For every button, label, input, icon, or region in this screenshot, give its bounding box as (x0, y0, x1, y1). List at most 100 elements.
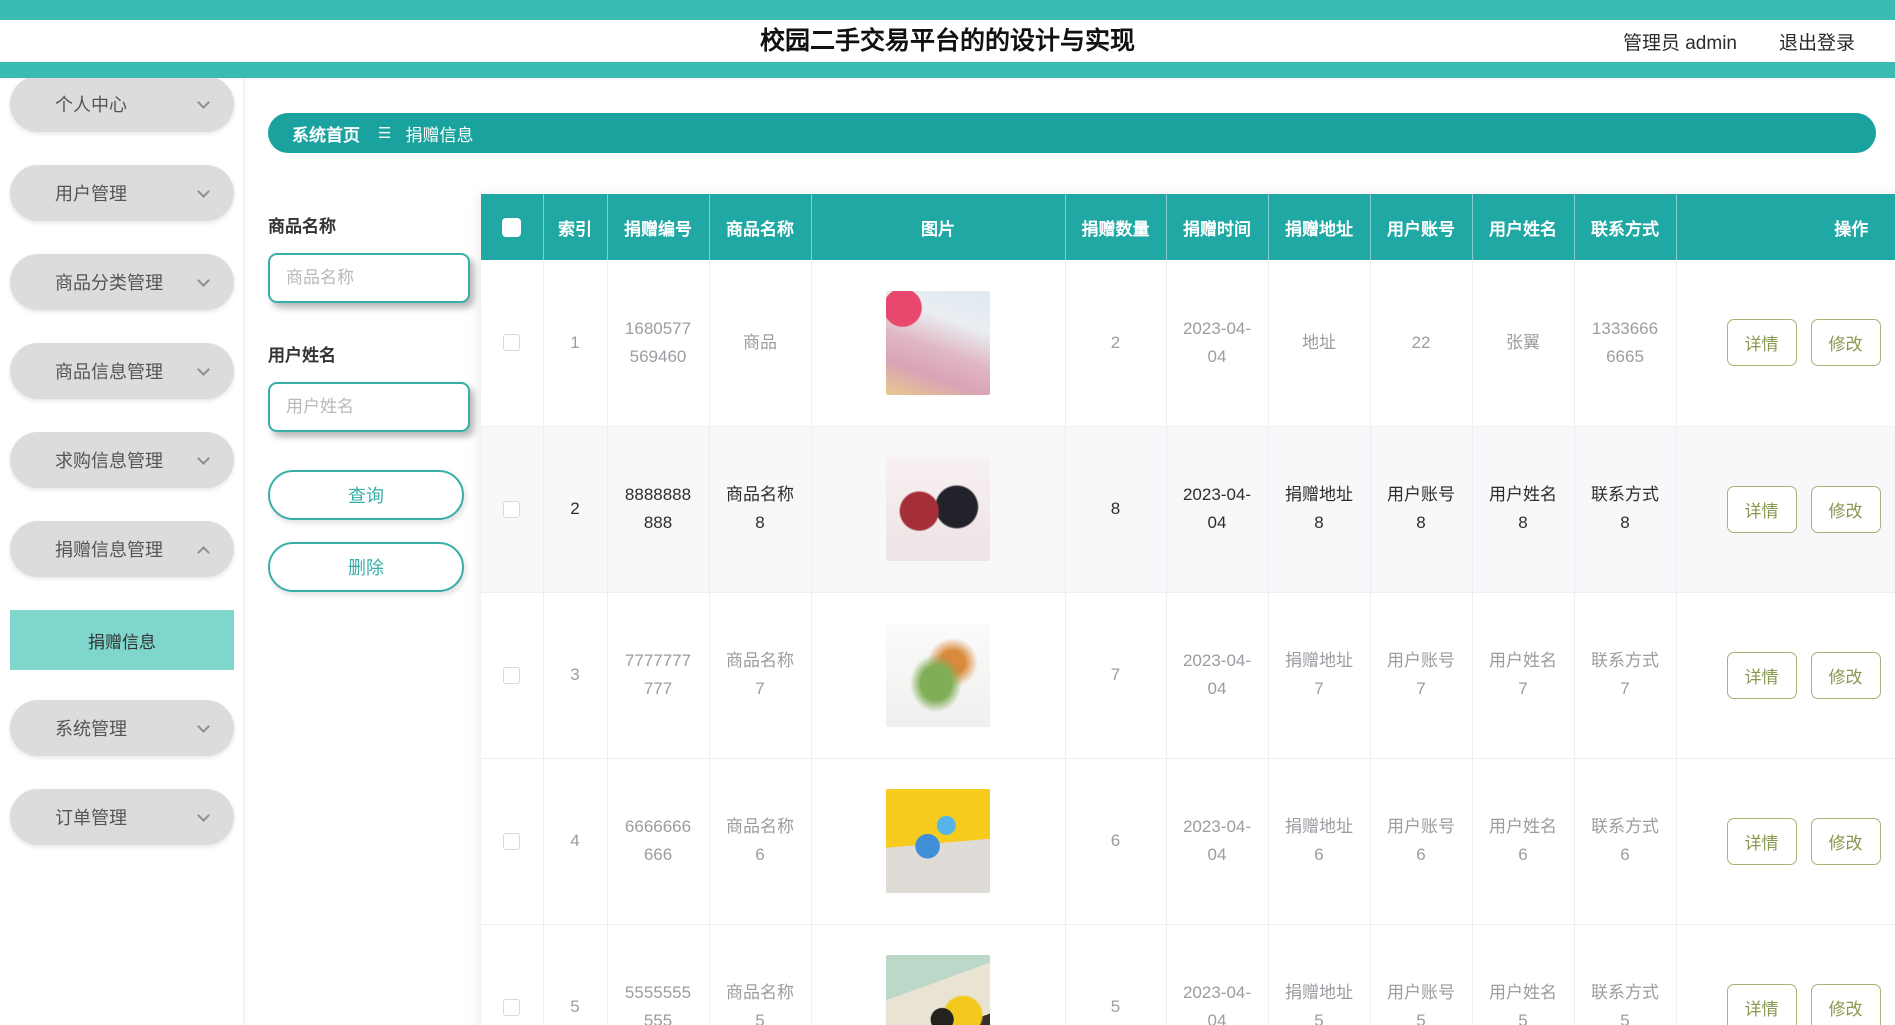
donation-table-wrap: 索引 捐赠编号 商品名称 图片 捐赠数量 捐赠时间 捐赠地址 用户账号 用户姓名 联系方式 操作 1 1… (481, 194, 1895, 1025)
detail-button[interactable]: 详情 (1726, 817, 1797, 865)
edit-button[interactable]: 修改 (1810, 319, 1881, 367)
main-content: 系统首页 ☰ 捐赠信息 商品名称 用户姓名 查询 删除 索引捐赠编号商品名称图片… (244, 78, 1895, 1025)
cell-time: 2023-04-04 (1166, 758, 1269, 925)
sidebar: 个人中心用户管理商品分类管理 商品信息管理求购信息管理捐赠信息管理捐赠信息系统管理… (0, 78, 244, 1025)
column-header: 捐赠时间 (1166, 194, 1269, 260)
chevron-down-icon (197, 184, 210, 198)
row-checkbox[interactable] (503, 998, 521, 1016)
cell-user_name: 张翼 (1472, 260, 1575, 427)
product-image-cell (811, 758, 1066, 925)
table-row: 2 8888888888 商品名称8 8 2023-04-04 捐赠地址8 用户账号8 用户姓… (481, 426, 1895, 593)
query-button[interactable]: 查询 (268, 470, 464, 520)
cell-time: 2023-04-04 (1166, 426, 1269, 593)
row-checkbox[interactable] (503, 334, 521, 352)
cell-account: 22 (1370, 260, 1473, 427)
row-select-cell (481, 426, 544, 593)
select-all-checkbox[interactable] (502, 217, 522, 237)
admin-page: 校园二手交易平台的的设计与实现 管理员 admin 退出登录 个人中心用户管理商… (0, 0, 1895, 1025)
sidebar-item-6[interactable]: 系统管理 (10, 700, 234, 756)
top-accent-bar (0, 0, 1895, 20)
app-header: 校园二手交易平台的的设计与实现 管理员 admin 退出登录 (0, 20, 1895, 62)
chevron-down-icon (197, 362, 210, 376)
row-checkbox[interactable] (503, 666, 521, 684)
edit-button[interactable]: 修改 (1810, 817, 1881, 865)
sidebar-item-7[interactable]: 订单管理 (10, 789, 234, 845)
sidebar-item-0[interactable]: 个人中心 (10, 78, 234, 132)
cell-quantity: 7 (1065, 592, 1167, 759)
cell-donation_no: 6666666666 (607, 758, 710, 925)
actions-cell: 详情 修改 (1676, 758, 1895, 925)
row-checkbox[interactable] (503, 500, 521, 518)
sidebar-item-2[interactable]: 商品分类管理 (10, 254, 234, 310)
user-name-input[interactable] (268, 382, 470, 432)
cell-donation_no: 5555555555 (607, 924, 710, 1025)
column-header: 捐赠地址 (1268, 194, 1371, 260)
product-image (886, 623, 990, 727)
product-name-input[interactable] (268, 253, 470, 303)
product-image (886, 290, 990, 395)
actions-cell: 详情 修改 (1676, 592, 1895, 759)
table-row: 3 7777777777 商品名称7 7 2023-04-04 捐赠地址7 用户账号7 用户姓… (481, 592, 1895, 759)
detail-button[interactable]: 详情 (1726, 651, 1797, 699)
cell-account: 用户账号7 (1370, 592, 1473, 759)
sidebar-item-1[interactable]: 用户管理 (10, 165, 234, 221)
row-checkbox[interactable] (503, 832, 521, 850)
cell-index: 4 (543, 758, 608, 925)
cell-contact: 13336666665 (1574, 260, 1677, 427)
detail-button[interactable]: 详情 (1726, 319, 1797, 367)
cell-account: 用户账号5 (1370, 924, 1473, 1025)
column-header: 用户账号 (1370, 194, 1473, 260)
sidebar-item-label: 订单管理 (55, 808, 127, 828)
sidebar-item-label: 用户管理 (55, 184, 127, 204)
product-name-label: 商品名称 (268, 217, 336, 236)
cell-donation_no: 8888888888 (607, 426, 710, 593)
breadcrumb-home-link[interactable]: 系统首页 (292, 121, 360, 146)
cell-product_name: 商品 (709, 260, 812, 427)
chevron-down-icon (197, 808, 210, 822)
sidebar-item-label: 个人中心 (55, 95, 127, 115)
cell-user_name: 用户姓名7 (1472, 592, 1575, 759)
logout-link[interactable]: 退出登录 (1779, 28, 1855, 55)
cell-product_name: 商品名称5 (709, 924, 812, 1025)
detail-button[interactable]: 详情 (1726, 485, 1797, 533)
cell-quantity: 8 (1065, 426, 1167, 593)
donation-table: 索引 捐赠编号 商品名称 图片 捐赠数量 捐赠时间 捐赠地址 用户账号 用户姓名 联系方式 操作 1 1… (481, 194, 1895, 1025)
column-header: 图片 (811, 194, 1066, 260)
cell-address: 捐赠地址8 (1268, 426, 1371, 593)
cell-index: 3 (543, 592, 608, 759)
cell-product_name: 商品名称8 (709, 426, 812, 593)
chevron-up-icon (197, 545, 210, 559)
cell-quantity: 2 (1065, 260, 1167, 427)
cell-product_name: 商品名称7 (709, 592, 812, 759)
breadcrumb: 系统首页 ☰ 捐赠信息 (268, 113, 1876, 153)
product-image (886, 457, 990, 561)
cell-contact: 联系方式8 (1574, 426, 1677, 593)
sidebar-item-label: 求购信息管理 (55, 451, 163, 471)
header-accent-bar (0, 62, 1895, 78)
product-image (886, 789, 990, 893)
chevron-down-icon (197, 719, 210, 733)
edit-button[interactable]: 修改 (1810, 651, 1881, 699)
sidebar-item-5[interactable]: 捐赠信息管理 (10, 521, 234, 577)
chevron-down-icon (197, 273, 210, 287)
sidebar-item-3[interactable]: 商品信息管理 (10, 343, 234, 399)
sidebar-subitem-donation-info[interactable]: 捐赠信息 (10, 610, 234, 670)
cell-contact: 联系方式5 (1574, 924, 1677, 1025)
detail-button[interactable]: 详情 (1726, 983, 1797, 1025)
cell-product_name: 商品名称6 (709, 758, 812, 925)
cell-contact: 联系方式7 (1574, 592, 1677, 759)
cell-user_name: 用户姓名6 (1472, 758, 1575, 925)
delete-button[interactable]: 删除 (268, 542, 464, 592)
sidebar-item-label: 系统管理 (55, 719, 127, 739)
actions-cell: 详情 修改 (1676, 260, 1895, 427)
cell-quantity: 6 (1065, 758, 1167, 925)
column-header: 捐赠编号 (607, 194, 710, 260)
actions-cell: 详情 修改 (1676, 426, 1895, 593)
edit-button[interactable]: 修改 (1810, 983, 1881, 1025)
sidebar-item-4[interactable]: 求购信息管理 (10, 432, 234, 488)
edit-button[interactable]: 修改 (1810, 485, 1881, 533)
menu-icon: ☰ (378, 125, 392, 142)
cell-address: 捐赠地址6 (1268, 758, 1371, 925)
product-image-cell (811, 260, 1066, 427)
sidebar-subitem-label: 捐赠信息 (88, 632, 156, 652)
